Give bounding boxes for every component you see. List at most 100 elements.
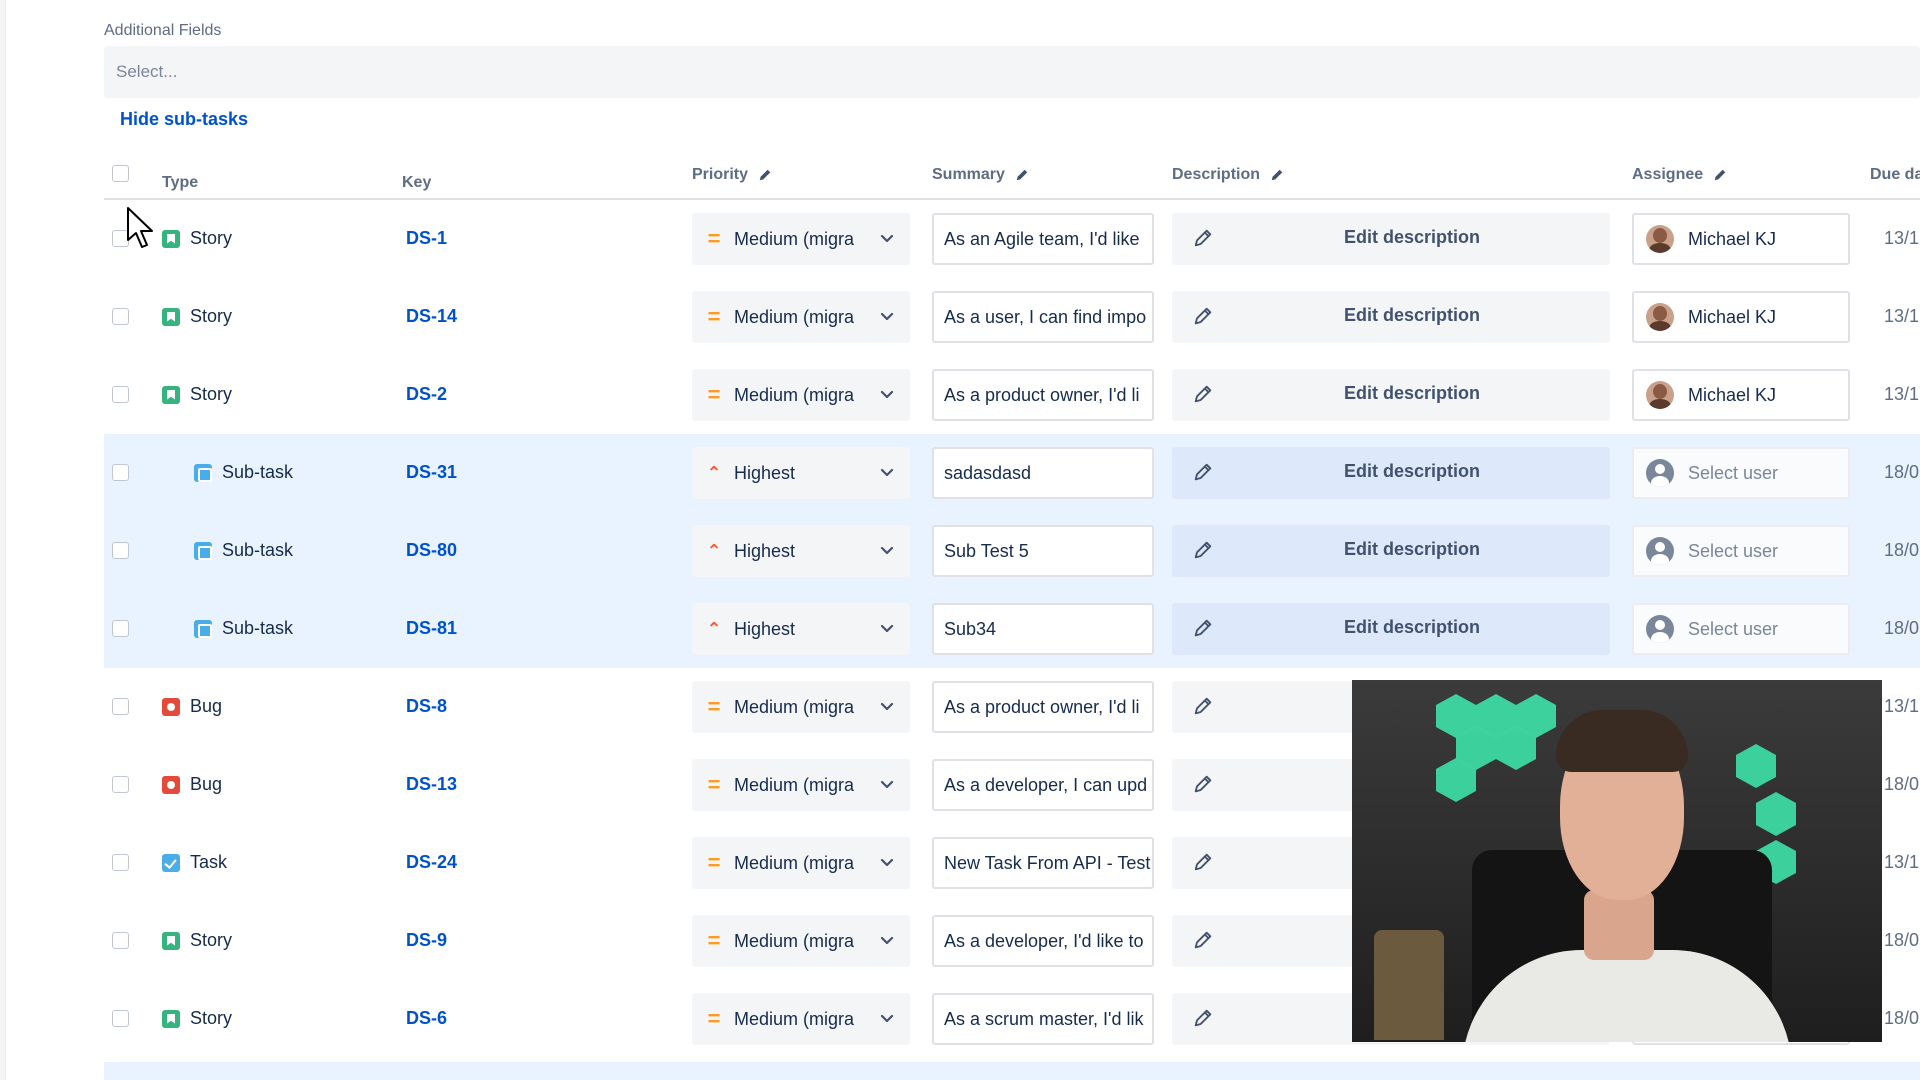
row-checkbox[interactable] bbox=[112, 464, 129, 481]
pencil-icon[interactable] bbox=[1270, 168, 1284, 182]
row-checkbox[interactable] bbox=[112, 542, 129, 559]
priority-select[interactable]: = Medium (migra bbox=[692, 681, 910, 733]
row-checkbox[interactable] bbox=[112, 776, 129, 793]
column-header-description[interactable]: Description bbox=[1172, 166, 1284, 184]
subtask-icon bbox=[194, 463, 212, 482]
priority-select[interactable]: = Medium (migra bbox=[692, 291, 910, 343]
summary-input[interactable]: sadasdasd bbox=[932, 447, 1154, 499]
row-checkbox[interactable] bbox=[112, 1010, 129, 1027]
issue-type: Sub-task bbox=[194, 618, 293, 639]
additional-fields-select[interactable]: Select... bbox=[104, 46, 1920, 98]
description-cell[interactable]: Edit description bbox=[1172, 603, 1610, 655]
edit-description-link[interactable]: Edit description bbox=[1344, 539, 1480, 560]
priority-select[interactable]: = Medium (migra bbox=[692, 993, 910, 1045]
priority-select[interactable]: = Medium (migra bbox=[692, 837, 910, 889]
row-checkbox[interactable] bbox=[112, 620, 129, 637]
column-header-assignee[interactable]: Assignee bbox=[1632, 166, 1727, 184]
assignee-picker[interactable]: Select user bbox=[1632, 603, 1850, 655]
issue-type: Bug bbox=[162, 774, 222, 795]
issue-key-link[interactable]: DS-14 bbox=[406, 306, 457, 327]
pencil-icon[interactable] bbox=[1192, 773, 1214, 795]
pencil-icon[interactable] bbox=[758, 168, 772, 182]
pencil-icon[interactable] bbox=[1192, 539, 1214, 561]
description-cell[interactable]: Edit description bbox=[1172, 291, 1610, 343]
description-cell[interactable]: Edit description bbox=[1172, 447, 1610, 499]
pencil-icon[interactable] bbox=[1192, 851, 1214, 873]
column-header-due-date[interactable]: Due da bbox=[1870, 166, 1920, 184]
issue-key-link[interactable]: DS-13 bbox=[406, 774, 457, 795]
edit-description-link[interactable]: Edit description bbox=[1344, 305, 1480, 326]
priority-select[interactable]: = Medium (migra bbox=[692, 915, 910, 967]
pencil-icon[interactable] bbox=[1192, 617, 1214, 639]
column-header-priority[interactable]: Priority bbox=[692, 166, 772, 184]
assignee-picker[interactable]: Michael KJ bbox=[1632, 291, 1850, 343]
issue-key-link[interactable]: DS-8 bbox=[406, 696, 447, 717]
issue-key-link[interactable]: DS-2 bbox=[406, 384, 447, 405]
priority-select[interactable]: ⌃ Highest bbox=[692, 447, 910, 499]
summary-input[interactable]: As a developer, I'd like to bbox=[932, 915, 1154, 967]
edit-description-link[interactable]: Edit description bbox=[1344, 617, 1480, 638]
row-checkbox[interactable] bbox=[112, 308, 129, 325]
issue-key-link[interactable]: DS-6 bbox=[406, 1008, 447, 1029]
column-header-type[interactable]: Type bbox=[162, 174, 198, 192]
chevron-down-icon bbox=[880, 936, 894, 945]
pencil-icon[interactable] bbox=[1192, 227, 1214, 249]
column-priority-label: Priority bbox=[692, 166, 749, 183]
summary-input[interactable]: As a user, I can find impo bbox=[932, 291, 1154, 343]
row-checkbox[interactable] bbox=[112, 386, 129, 403]
pencil-icon[interactable] bbox=[1192, 695, 1214, 717]
row-checkbox[interactable] bbox=[112, 932, 129, 949]
issue-key-link[interactable]: DS-80 bbox=[406, 540, 457, 561]
pencil-icon[interactable] bbox=[1192, 305, 1214, 327]
assignee-picker[interactable]: Select user bbox=[1632, 525, 1850, 577]
assignee-picker[interactable]: Michael KJ bbox=[1632, 369, 1850, 421]
row-checkbox[interactable] bbox=[112, 698, 129, 715]
issue-key-link[interactable]: DS-9 bbox=[406, 930, 447, 951]
pencil-icon[interactable] bbox=[1015, 168, 1029, 182]
description-cell[interactable]: Edit description bbox=[1172, 369, 1610, 421]
hide-subtasks-link[interactable]: Hide sub-tasks bbox=[120, 109, 248, 130]
issue-key-link[interactable]: DS-81 bbox=[406, 618, 457, 639]
assignee-picker[interactable]: Michael KJ bbox=[1632, 213, 1850, 265]
pencil-icon[interactable] bbox=[1192, 461, 1214, 483]
pencil-icon[interactable] bbox=[1192, 929, 1214, 951]
priority-select[interactable]: ⌃ Highest bbox=[692, 603, 910, 655]
summary-input[interactable]: As a product owner, I'd li bbox=[932, 369, 1154, 421]
row-checkbox[interactable] bbox=[112, 854, 129, 871]
summary-input[interactable]: New Task From API - Test bbox=[932, 837, 1154, 889]
priority-value: Medium (migra bbox=[734, 696, 855, 717]
pencil-icon[interactable] bbox=[1192, 383, 1214, 405]
priority-select[interactable]: = Medium (migra bbox=[692, 369, 910, 421]
summary-input[interactable]: As a product owner, I'd li bbox=[932, 681, 1154, 733]
summary-input[interactable]: As a developer, I can upd bbox=[932, 759, 1154, 811]
chevron-down-icon bbox=[880, 1014, 894, 1023]
column-summary-label: Summary bbox=[932, 166, 1005, 183]
issue-key-link[interactable]: DS-1 bbox=[406, 228, 447, 249]
issue-key-link[interactable]: DS-24 bbox=[406, 852, 457, 873]
column-header-summary[interactable]: Summary bbox=[932, 166, 1029, 184]
edit-description-link[interactable]: Edit description bbox=[1344, 227, 1480, 248]
summary-input[interactable]: As an Agile team, I'd like bbox=[932, 213, 1154, 265]
priority-select[interactable]: ⌃ Highest bbox=[692, 525, 910, 577]
bug-icon bbox=[162, 697, 180, 716]
priority-select[interactable]: = Medium (migra bbox=[692, 213, 910, 265]
pencil-icon[interactable] bbox=[1713, 168, 1727, 182]
pencil-icon[interactable] bbox=[1192, 1007, 1214, 1029]
summary-input[interactable]: Sub Test 5 bbox=[932, 525, 1154, 577]
due-date: 13/1 bbox=[1884, 696, 1920, 716]
due-date: 18/0 bbox=[1884, 462, 1920, 482]
column-header-key[interactable]: Key bbox=[402, 174, 431, 192]
issue-key-link[interactable]: DS-31 bbox=[406, 462, 457, 483]
summary-input[interactable]: As a scrum master, I'd lik bbox=[932, 993, 1154, 1045]
edit-description-link[interactable]: Edit description bbox=[1344, 461, 1480, 482]
description-cell[interactable]: Edit description bbox=[1172, 525, 1610, 577]
priority-value: Medium (migra bbox=[734, 384, 855, 405]
webcam-overlay bbox=[1352, 680, 1882, 1042]
select-all-checkbox[interactable] bbox=[112, 165, 129, 182]
assignee-picker[interactable]: Select user bbox=[1632, 447, 1850, 499]
edit-description-link[interactable]: Edit description bbox=[1344, 383, 1480, 404]
priority-select[interactable]: = Medium (migra bbox=[692, 759, 910, 811]
summary-input[interactable]: Sub34 bbox=[932, 603, 1154, 655]
description-cell[interactable]: Edit description bbox=[1172, 213, 1610, 265]
priority-value: Medium (migra bbox=[734, 306, 855, 327]
